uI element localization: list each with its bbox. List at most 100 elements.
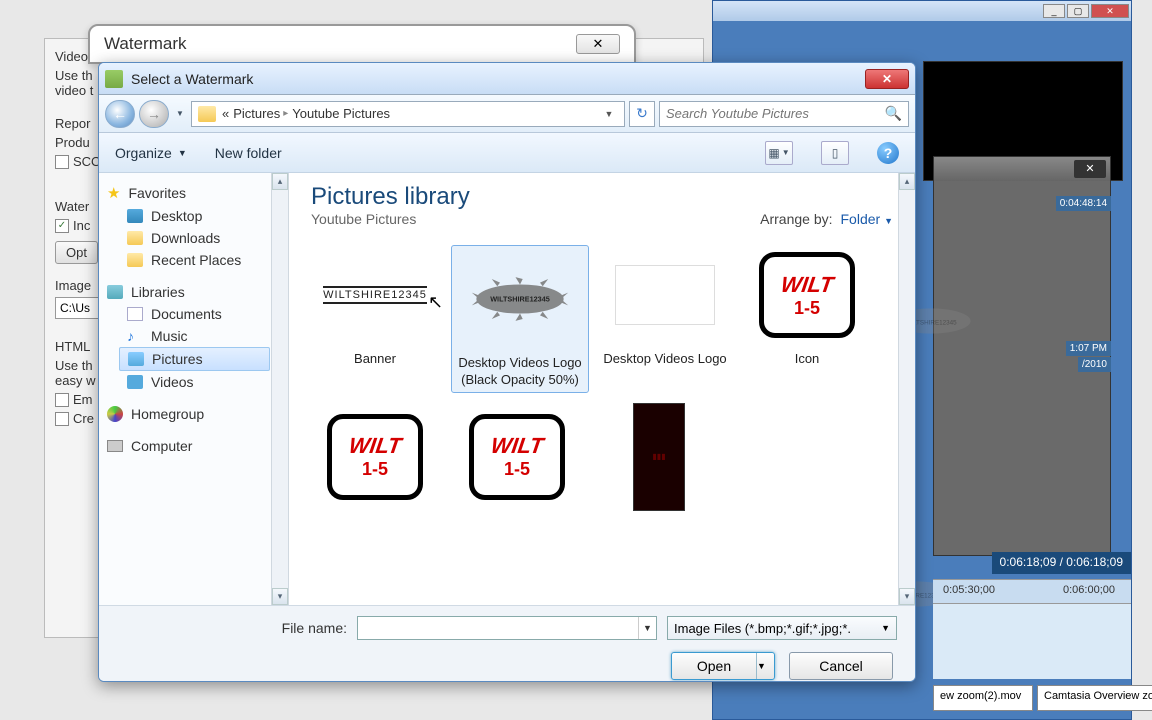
computer-icon [107,440,123,452]
library-title: Pictures library [311,183,760,211]
help-button[interactable]: ? [877,142,899,164]
file-item-banner[interactable]: WILTSHIRE12345 Banner [309,245,441,393]
timeline-clip-2[interactable]: Camtasia Overview zoom(2).mov [1037,685,1152,711]
file-item-row2-3[interactable]: ▮▮▮ [593,407,725,513]
sidebar-item-desktop[interactable]: Desktop [99,205,288,227]
view-mode-button[interactable]: ▦▼ [765,141,793,165]
libraries-icon [107,285,123,299]
dialog-toolbar: Organize▼ New folder ▦▼ ▯ ? [99,133,915,173]
sidebar-libraries-header[interactable]: Libraries [99,281,288,303]
documents-icon [127,307,143,321]
open-dropdown[interactable]: ▼ [756,653,774,679]
new-folder-button[interactable]: New folder [215,145,282,161]
panel-close-button[interactable]: ✕ [1074,160,1106,178]
editor-titlebar: _ ▢ ✕ [713,1,1131,21]
address-bar[interactable]: « Pictures ▸ Youtube Pictures ▼ [191,101,625,127]
sidebar-computer-header[interactable]: Computer [99,435,288,457]
sidebar-item-videos[interactable]: Videos [99,371,288,393]
wilt-icon-thumbnail: WILT1-5 [759,252,855,338]
file-item-row2-2[interactable]: WILT1-5 [451,407,583,513]
star-icon: ★ [107,184,120,202]
sidebar-homegroup-header[interactable]: Homegroup [99,403,288,425]
nav-back-button[interactable]: ← [105,100,135,128]
refresh-button[interactable]: ↻ [629,101,655,127]
filename-dropdown[interactable]: ▼ [638,617,656,639]
file-item-icon[interactable]: WILT1-5 Icon [741,245,873,393]
timeline-ruler: 0:05:30;00 0:06:00;00 [933,580,1131,604]
sco-checkbox[interactable] [55,155,69,169]
file-filter-combo[interactable]: Image Files (*.bmp;*.gif;*.jpg;*. ▼ [667,616,897,640]
watermark-modal-close[interactable]: ✕ [576,34,620,54]
dialog-close-button[interactable]: ✕ [865,69,909,89]
nav-forward-button[interactable]: → [139,100,169,128]
filelist-scrollbar[interactable]: ▴ ▾ [898,173,915,605]
include-checkbox[interactable]: ✓ [55,219,69,233]
editor-minimize-button[interactable]: _ [1043,4,1065,18]
breadcrumb-overflow[interactable]: « [222,106,229,121]
dialog-titlebar: Select a Watermark ✕ [99,63,915,95]
sidebar-scroll-up[interactable]: ▴ [272,173,288,190]
preview-pane-button[interactable]: ▯ [821,141,849,165]
sidebar-item-documents[interactable]: Documents [99,303,288,325]
sidebar-item-music[interactable]: ♪Music [99,325,288,347]
cre-checkbox[interactable] [55,412,69,426]
thumbnail-grid: WILTSHIRE12345 Banner [289,233,915,605]
sidebar-scroll-down[interactable]: ▾ [272,588,288,605]
file-label: Desktop Videos Logo [603,351,726,368]
em-label: Em [73,392,93,407]
dialog-nav-bar: ← → ▼ « Pictures ▸ Youtube Pictures ▼ ↻ … [99,95,915,133]
filename-combo[interactable]: ▼ [357,616,657,640]
breadcrumb-pictures[interactable]: Pictures ▸ [233,106,288,121]
watermark-modal-title: Watermark [104,34,576,54]
search-input[interactable] [666,106,885,121]
nav-history-dropdown[interactable]: ▼ [173,100,187,128]
sidebar-item-pictures[interactable]: Pictures [119,347,270,371]
dialog-sidebar: ▴ ▾ ★Favorites Desktop Downloads Recent … [99,173,289,605]
arrange-by-label: Arrange by: [760,211,832,227]
file-item-dvl[interactable]: Desktop Videos Logo [599,245,731,393]
search-box[interactable]: 🔍 [659,101,909,127]
breadcrumb-youtube-pictures[interactable]: Youtube Pictures [292,106,390,121]
include-label: Inc [73,218,90,233]
file-item-dvl-black[interactable]: WILTSHIRE12345 Desktop Videos Logo (Blac… [451,245,589,393]
editor-time-display: 0:06:18;09 / 0:06:18;09 [992,552,1131,574]
file-label: Banner [354,351,396,368]
organize-menu[interactable]: Organize▼ [115,145,187,161]
file-item-row2-1[interactable]: WILT1-5 [309,407,441,513]
sidebar-favorites-header[interactable]: ★Favorites [99,181,288,205]
editor-timestamp-3: /2010 [1078,357,1111,372]
search-icon[interactable]: 🔍 [885,105,902,122]
sidebar-item-downloads[interactable]: Downloads [99,227,288,249]
arrange-by-control[interactable]: Arrange by: Folder ▼ [760,211,893,227]
editor-timestamp-1: 0:04:48:14 [1056,196,1111,211]
file-label: Icon [795,351,820,368]
library-header: Pictures library Youtube Pictures Arrang… [289,173,915,233]
filename-label: File name: [117,620,347,636]
editor-maximize-button[interactable]: ▢ [1067,4,1089,18]
folder-icon [198,106,216,122]
filelist-scroll-down[interactable]: ▾ [899,588,915,605]
open-button[interactable]: Open ▼ [671,652,775,680]
editor-timestamp-2: 1:07 PM [1066,341,1111,356]
cancel-button[interactable]: Cancel [789,652,893,680]
filelist-scroll-up[interactable]: ▴ [899,173,915,190]
timeline-clip-1[interactable]: ew zoom(2).mov [933,685,1033,711]
sidebar-item-recent[interactable]: Recent Places [99,249,288,271]
editor-timeline[interactable]: 0:05:30;00 0:06:00;00 [933,579,1131,679]
homegroup-icon [107,406,123,422]
editor-close-button[interactable]: ✕ [1091,4,1129,18]
ruler-mark-1: 0:05:30;00 [943,584,995,596]
filter-dropdown-icon: ▼ [881,623,890,633]
options-button[interactable]: Opt [55,241,98,264]
dialog-footer: File name: ▼ Image Files (*.bmp;*.gif;*.… [99,605,915,682]
filename-input[interactable] [358,621,638,636]
pictures-icon [128,352,144,366]
address-dropdown[interactable]: ▼ [600,109,618,119]
sidebar-scrollbar[interactable]: ▴ ▾ [271,173,288,605]
dialog-body: ▴ ▾ ★Favorites Desktop Downloads Recent … [99,173,915,605]
em-checkbox[interactable] [55,393,69,407]
dialog-icon [105,70,123,88]
cre-label: Cre [73,411,94,426]
editor-panel: ✕ [933,156,1111,556]
videos-icon [127,375,143,389]
